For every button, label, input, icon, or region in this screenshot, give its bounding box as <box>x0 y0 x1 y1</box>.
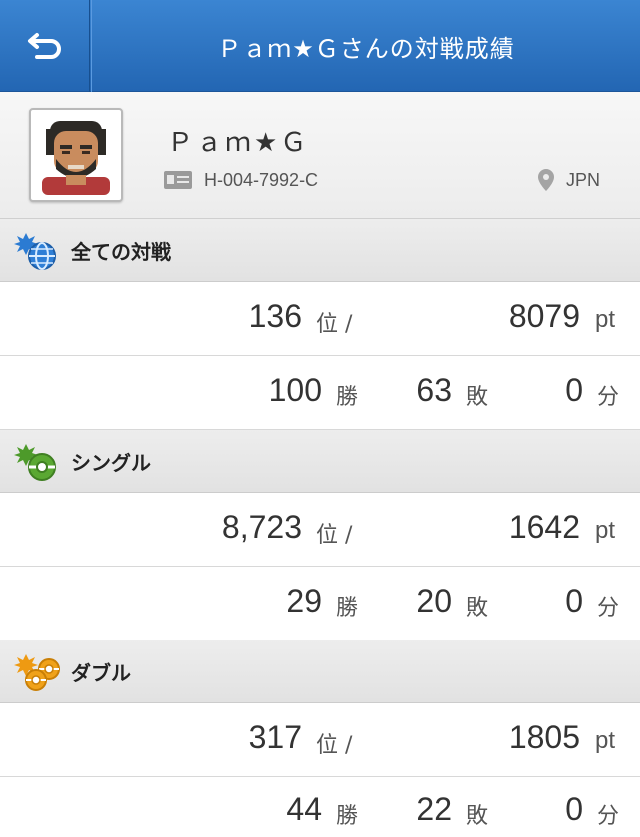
section-header-all-battles: 全ての対戦 <box>0 219 640 282</box>
rank-row: 317 位 / 1805 pt <box>0 703 640 777</box>
trainer-id-text: H-004-7992-C <box>204 169 319 190</box>
wins-value: 29 <box>286 583 322 619</box>
losses-value: 22 <box>416 791 452 827</box>
trainer-id: H-004-7992-C <box>164 168 318 192</box>
draws-unit: 分 <box>597 804 620 829</box>
losses-value: 63 <box>416 372 452 408</box>
losses-unit: 敗 <box>466 385 489 410</box>
rank-value: 136 <box>248 298 302 334</box>
rank-unit: 位 / <box>316 733 353 758</box>
losses-value: 20 <box>416 583 452 619</box>
rank-row: 136 位 / 8079 pt <box>0 282 640 356</box>
player-name: Ｐａｍ★Ｇ <box>167 128 310 158</box>
rank-unit: 位 / <box>316 312 353 337</box>
page-title: Ｐａｍ★Ｇさんの対戦成績 <box>217 34 515 63</box>
avatar-image <box>36 115 116 195</box>
back-button[interactable] <box>0 0 90 92</box>
rank-unit: 位 / <box>316 523 353 548</box>
section-title: 全ての対戦 <box>71 239 171 264</box>
rank-value: 317 <box>248 719 302 755</box>
record-row: 100 勝 63 敗 0 分 <box>0 356 640 430</box>
draws-value: 0 <box>565 791 583 827</box>
losses-unit: 敗 <box>466 804 489 829</box>
app-header: Ｐａｍ★Ｇさんの対戦成績 <box>0 0 640 92</box>
points-value: 1805 <box>508 719 580 755</box>
back-arrow-icon <box>27 33 61 59</box>
points-unit: pt <box>595 517 616 544</box>
draws-value: 0 <box>565 372 583 408</box>
wins-value: 44 <box>286 791 322 827</box>
id-card-icon <box>164 171 192 189</box>
globe-icon <box>14 233 56 270</box>
location-pin-icon <box>537 169 554 191</box>
wins-unit: 勝 <box>336 385 359 410</box>
points-value: 1642 <box>508 509 580 545</box>
profile-card: Ｐａｍ★Ｇ H-004-7992-C JPN <box>0 92 640 219</box>
section-header-doubles: ダブル <box>0 640 640 703</box>
rank-row: 8,723 位 / 1642 pt <box>0 493 640 567</box>
single-ball-icon <box>14 444 56 481</box>
double-ball-icon <box>14 654 60 691</box>
rank-value: 8,723 <box>221 509 302 545</box>
draws-value: 0 <box>565 583 583 619</box>
wins-unit: 勝 <box>336 596 359 621</box>
country-text: JPN <box>565 169 600 190</box>
record-row: 44 勝 22 敗 0 分 <box>0 777 640 837</box>
location: JPN <box>537 168 600 192</box>
points-value: 8079 <box>508 298 580 334</box>
wins-value: 100 <box>268 372 322 408</box>
draws-unit: 分 <box>597 385 620 410</box>
points-unit: pt <box>595 306 616 333</box>
section-title: ダブル <box>71 660 131 685</box>
wins-unit: 勝 <box>336 804 359 829</box>
section-header-singles: シングル <box>0 430 640 493</box>
losses-unit: 敗 <box>466 596 489 621</box>
section-title: シングル <box>71 450 151 475</box>
record-row: 29 勝 20 敗 0 分 <box>0 567 640 641</box>
trainer-portrait-icon <box>42 121 110 195</box>
points-unit: pt <box>595 727 616 754</box>
avatar[interactable] <box>29 108 123 202</box>
draws-unit: 分 <box>597 596 620 621</box>
